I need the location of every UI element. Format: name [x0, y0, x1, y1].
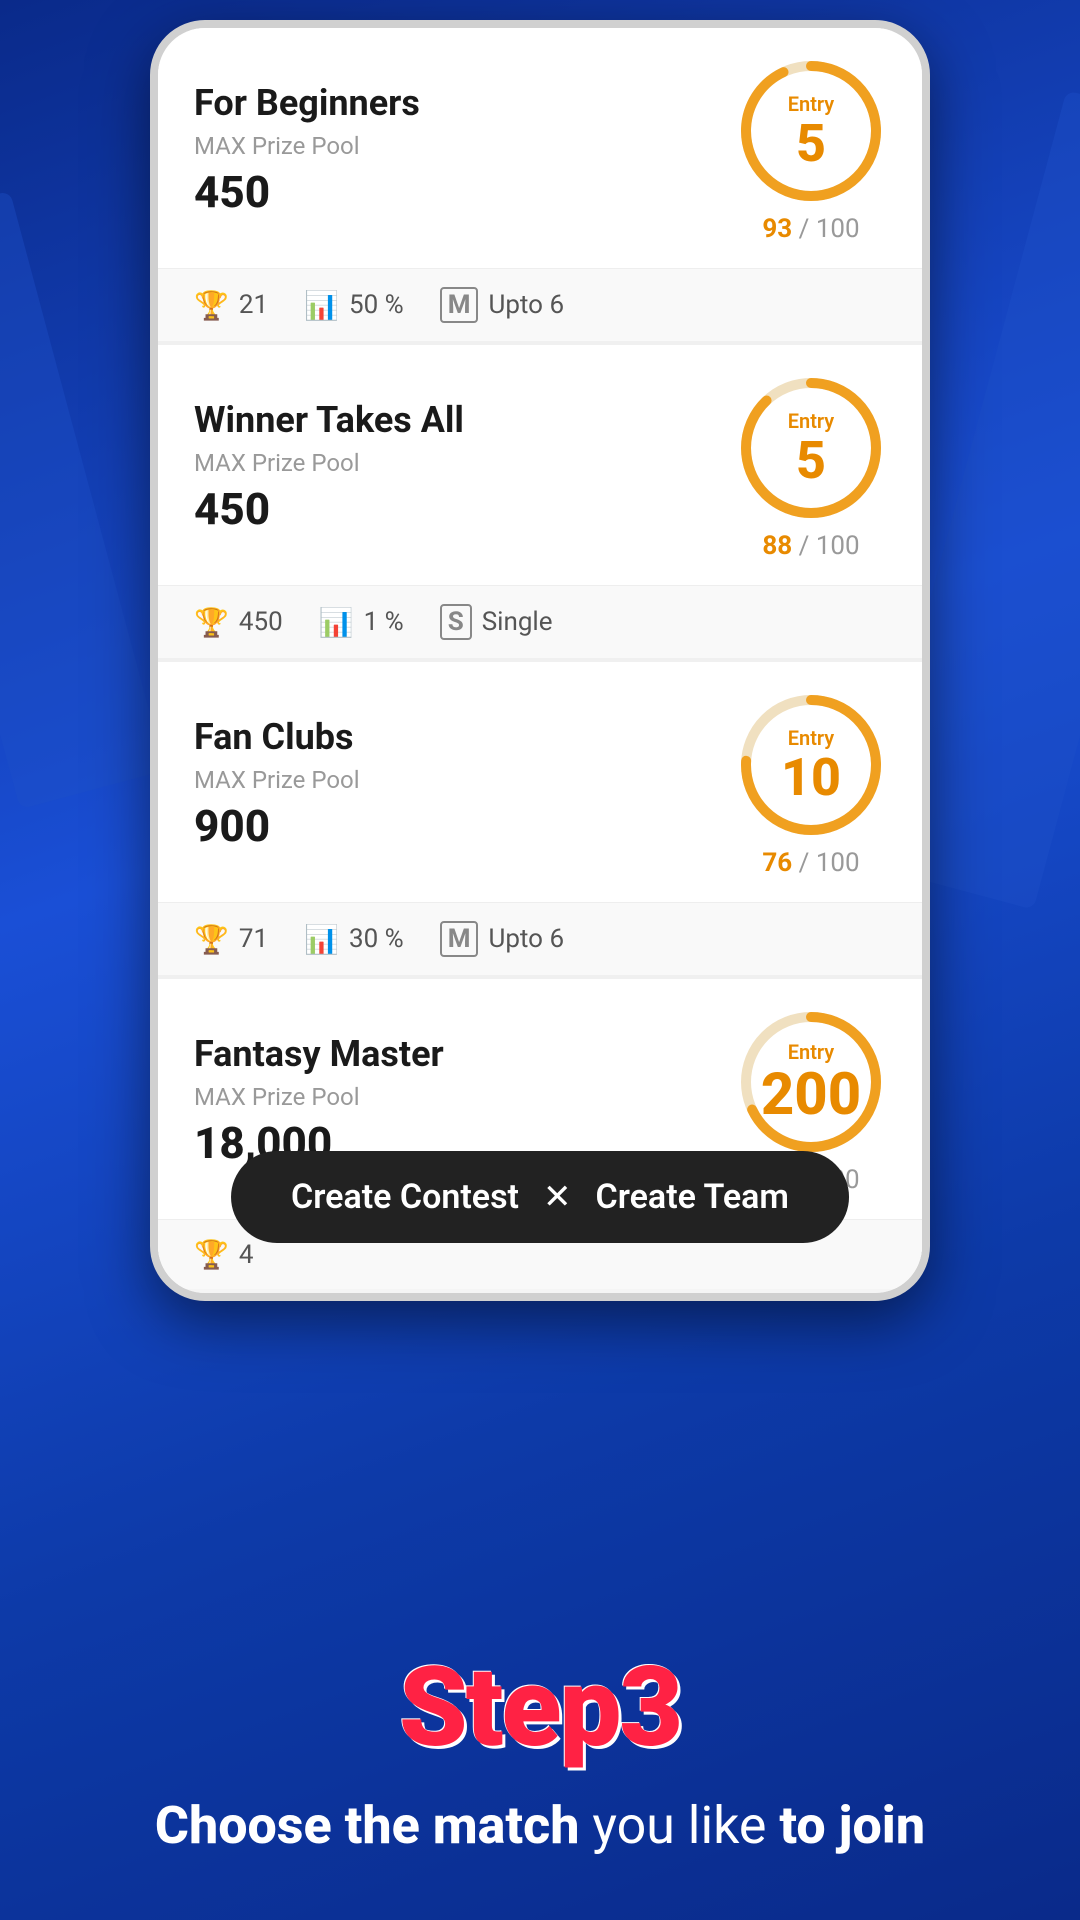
entry-circle-inner: Entry 5	[736, 373, 886, 523]
step-title: Step3	[399, 1643, 681, 1772]
chart-icon: 📊	[319, 606, 354, 639]
multi-icon: M	[440, 287, 479, 323]
stat-item: 📊 50 %	[304, 289, 404, 322]
stat-item: M Upto 6	[440, 921, 564, 957]
chart-icon: 📊	[304, 289, 339, 322]
stat-item: 🏆 71	[194, 923, 268, 956]
entry-circle: Entry 5	[736, 373, 886, 523]
entry-value: 10	[781, 752, 841, 804]
phone-frame: For Beginners MAX Prize Pool 450 Entry	[150, 20, 930, 1301]
single-icon: S	[440, 604, 472, 640]
entry-value: 5	[796, 435, 826, 487]
entry-circle: Entry 10	[736, 690, 886, 840]
contest-card-for-beginners[interactable]: For Beginners MAX Prize Pool 450 Entry	[158, 28, 922, 341]
stat-value: Upto 6	[488, 290, 564, 320]
card-info: For Beginners MAX Prize Pool 450	[194, 82, 420, 218]
prize-label: MAX Prize Pool	[194, 766, 360, 794]
contest-card-winner-takes-all[interactable]: Winner Takes All MAX Prize Pool 450 Entr…	[158, 345, 922, 658]
stat-value: 30 %	[349, 924, 404, 954]
entry-badge: Entry 10 76 / 100	[736, 690, 886, 878]
card-info: Winner Takes All MAX Prize Pool 450	[194, 399, 464, 535]
stat-value: Upto 6	[488, 924, 564, 954]
stat-value: 21	[239, 290, 268, 320]
card-main: For Beginners MAX Prize Pool 450 Entry	[158, 28, 922, 268]
prize-label: MAX Prize Pool	[194, 1083, 444, 1111]
stat-value: 50 %	[349, 290, 404, 320]
card-main: Winner Takes All MAX Prize Pool 450 Entr…	[158, 345, 922, 585]
entry-filled: 93 / 100	[762, 214, 859, 244]
chart-icon: 📊	[304, 923, 339, 956]
phone-screen: For Beginners MAX Prize Pool 450 Entry	[158, 28, 922, 1293]
entry-circle-inner: Entry 5	[736, 56, 886, 206]
stat-value: 1 %	[364, 607, 404, 637]
contest-list: For Beginners MAX Prize Pool 450 Entry	[158, 28, 922, 1289]
trophy-icon: 🏆	[194, 606, 229, 639]
card-stats: 🏆 21 📊 50 % M Upto 6	[158, 268, 922, 341]
card-title: Fan Clubs	[194, 716, 360, 758]
stat-value: 450	[239, 607, 283, 637]
stat-item: 🏆 21	[194, 289, 268, 322]
entry-filled: 88 / 100	[762, 531, 859, 561]
stat-item: S Single	[440, 604, 553, 640]
stat-item: 📊 30 %	[304, 923, 404, 956]
entry-circle: Entry 5	[736, 56, 886, 206]
bottom-section: Step3 Choose the match you like to join	[0, 1120, 1080, 1920]
prize-value: 900	[194, 800, 360, 852]
prize-label: MAX Prize Pool	[194, 449, 464, 477]
multi-icon: M	[440, 921, 479, 957]
card-title: Winner Takes All	[194, 399, 464, 441]
entry-value: 5	[796, 118, 826, 170]
card-stats: 🏆 71 📊 30 % M Upto 6	[158, 902, 922, 975]
stat-value: Single	[482, 607, 553, 637]
entry-badge: Entry 5 88 / 100	[736, 373, 886, 561]
prize-value: 450	[194, 483, 464, 535]
subtitle-bold1: Choose the match	[155, 1795, 580, 1856]
subtitle-bold2: to join	[779, 1795, 925, 1856]
card-title: Fantasy Master	[194, 1033, 444, 1075]
stat-item: M Upto 6	[440, 287, 564, 323]
entry-circle-inner: Entry 10	[736, 690, 886, 840]
entry-value: 200	[761, 1066, 861, 1124]
entry-filled: 76 / 100	[762, 848, 859, 878]
trophy-icon: 🏆	[194, 289, 229, 322]
card-main: Fan Clubs MAX Prize Pool 900 Entry 10	[158, 662, 922, 902]
stat-value: 71	[239, 924, 268, 954]
step-subtitle: Choose the match you like to join	[115, 1792, 965, 1860]
subtitle-normal: you like	[579, 1795, 779, 1856]
prize-value: 450	[194, 166, 420, 218]
prize-label: MAX Prize Pool	[194, 132, 420, 160]
entry-badge: Entry 5 93 / 100	[736, 56, 886, 244]
contest-card-fan-clubs[interactable]: Fan Clubs MAX Prize Pool 900 Entry 10	[158, 662, 922, 975]
card-stats: 🏆 450 📊 1 % S Single	[158, 585, 922, 658]
card-info: Fan Clubs MAX Prize Pool 900	[194, 716, 360, 852]
trophy-icon: 🏆	[194, 923, 229, 956]
card-title: For Beginners	[194, 82, 420, 124]
stat-item: 🏆 450	[194, 606, 283, 639]
stat-item: 📊 1 %	[319, 606, 404, 639]
